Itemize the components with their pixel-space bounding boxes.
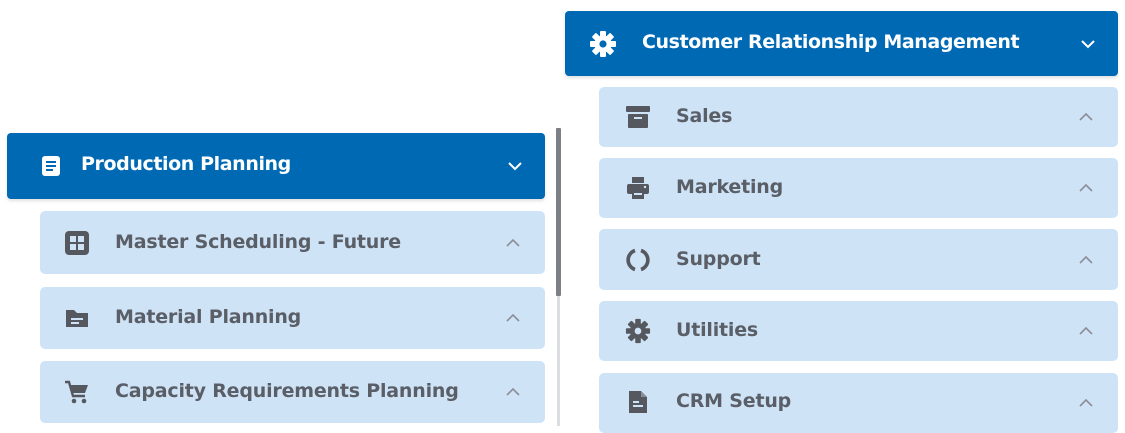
cart-icon — [64, 379, 90, 405]
chevron-up-icon[interactable] — [1078, 396, 1094, 410]
menu-item-label: Sales — [676, 105, 733, 127]
chevron-up-icon[interactable] — [1078, 181, 1094, 195]
gear-icon — [625, 318, 651, 344]
production-planning-header[interactable]: Production Planning — [7, 133, 545, 199]
menu-item-crm-setup[interactable]: CRM Setup — [599, 373, 1118, 433]
chevron-up-icon[interactable] — [505, 236, 521, 250]
menu-item-support[interactable]: Support — [599, 229, 1118, 290]
folder-icon — [64, 305, 90, 331]
crm-title: Customer Relationship Management — [642, 31, 1020, 53]
menu-item-material-planning[interactable]: Material Planning — [40, 287, 545, 349]
menu-item-label: CRM Setup — [676, 390, 792, 412]
chevron-up-icon[interactable] — [1078, 253, 1094, 267]
loading-circle-icon — [625, 247, 651, 273]
menu-item-label: Utilities — [676, 319, 759, 341]
chevron-up-icon[interactable] — [505, 311, 521, 325]
chevron-up-icon[interactable] — [1078, 324, 1094, 338]
menu-item-capacity-requirements[interactable]: Capacity Requirements Planning — [40, 361, 545, 423]
production-planning-menu: Production Planning Master Scheduling - … — [0, 0, 560, 425]
crm-header[interactable]: Customer Relationship Management — [565, 11, 1118, 76]
chevron-down-icon[interactable] — [507, 158, 523, 174]
chevron-down-icon[interactable] — [1080, 36, 1096, 52]
production-planning-title: Production Planning — [81, 153, 291, 175]
menu-item-label: Master Scheduling - Future — [115, 231, 401, 253]
menu-item-sales[interactable]: Sales — [599, 87, 1118, 147]
menu-item-master-scheduling[interactable]: Master Scheduling - Future — [40, 211, 545, 274]
menu-item-label: Marketing — [676, 176, 784, 198]
menu-item-label: Capacity Requirements Planning — [115, 380, 459, 402]
grid-icon — [64, 230, 90, 256]
document-list-icon — [39, 154, 63, 178]
menu-item-utilities[interactable]: Utilities — [599, 301, 1118, 361]
archive-box-icon — [625, 104, 651, 130]
chevron-up-icon[interactable] — [1078, 110, 1094, 124]
crm-menu: Customer Relationship Management Sales M… — [560, 0, 1125, 433]
menu-item-label: Material Planning — [115, 306, 302, 328]
gear-icon — [589, 30, 617, 58]
printer-icon — [625, 175, 651, 201]
document-icon — [625, 389, 651, 415]
menu-item-label: Support — [676, 248, 761, 270]
chevron-up-icon[interactable] — [505, 385, 521, 399]
menu-item-marketing[interactable]: Marketing — [599, 158, 1118, 218]
